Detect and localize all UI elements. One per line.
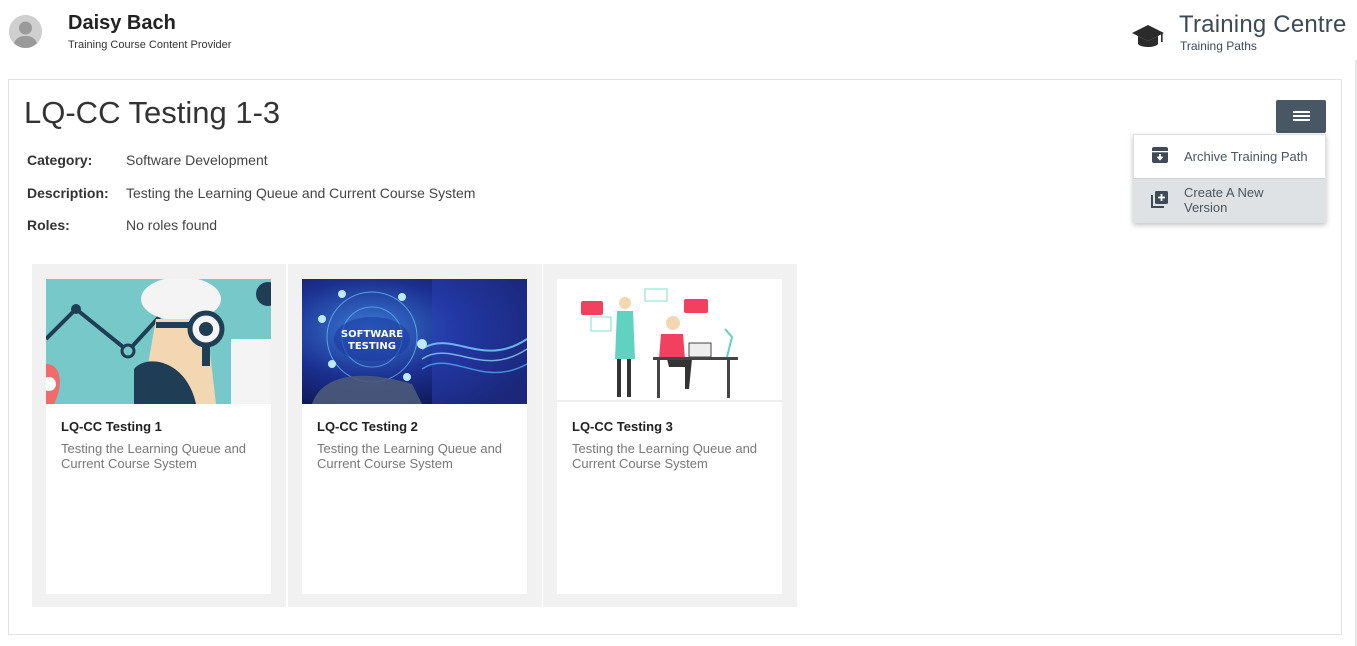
user-avatar[interactable]: [9, 15, 42, 48]
course-description: Testing the Learning Queue and Current C…: [317, 441, 503, 471]
description-value: Testing the Learning Queue and Current C…: [126, 185, 476, 201]
svg-text:TESTING: TESTING: [348, 341, 396, 352]
course-card[interactable]: SOFTWARE TESTING LQ-CC Testing 2 Testing…: [302, 279, 527, 594]
roles-value: No roles found: [126, 217, 218, 233]
graduation-cap-icon: [1132, 25, 1164, 47]
course-image-software-testing: SOFTWARE TESTING: [302, 279, 527, 404]
roles-label: Roles:: [27, 217, 70, 233]
hamburger-menu-button[interactable]: [1276, 100, 1326, 133]
course-title[interactable]: LQ-CC Testing 3: [572, 419, 673, 434]
svg-text:SOFTWARE: SOFTWARE: [341, 329, 403, 340]
course-description: Testing the Learning Queue and Current C…: [61, 441, 247, 471]
actions-dropdown: Archive Training Path Create A New Versi…: [1133, 134, 1326, 223]
course-image-magnifier: [46, 279, 271, 404]
course-description: Testing the Learning Queue and Current C…: [572, 441, 758, 471]
hamburger-menu-icon: [1293, 111, 1310, 113]
course-image-people-desk: [557, 279, 782, 404]
page-title: LQ-CC Testing 1-3: [24, 95, 281, 130]
top-header: Daisy Bach Training Course Content Provi…: [0, 0, 1357, 72]
course-card[interactable]: LQ-CC Testing 3 Testing the Learning Que…: [557, 279, 782, 594]
add-library-icon: [1151, 191, 1168, 208]
brand-subtitle: Training Paths: [1180, 39, 1257, 53]
archive-training-path-item[interactable]: Archive Training Path: [1134, 135, 1325, 178]
description-label: Description:: [27, 185, 109, 201]
archive-icon: [1152, 147, 1168, 163]
course-title[interactable]: LQ-CC Testing 2: [317, 419, 418, 434]
user-name: Daisy Bach: [68, 12, 176, 34]
category-label: Category:: [27, 152, 93, 168]
person-icon: [9, 15, 42, 48]
course-card-container: LQ-CC Testing 3 Testing the Learning Que…: [543, 264, 797, 607]
archive-training-path-label: Archive Training Path: [1184, 149, 1308, 164]
create-new-version-label: Create A New Version: [1184, 185, 1264, 215]
category-value: Software Development: [126, 152, 268, 168]
create-new-version-item[interactable]: Create A New Version: [1134, 178, 1325, 223]
course-card-container: SOFTWARE TESTING LQ-CC Testing 2 Testing…: [288, 264, 542, 607]
course-title[interactable]: LQ-CC Testing 1: [61, 419, 162, 434]
brand-title: Training Centre: [1179, 11, 1347, 38]
course-card[interactable]: LQ-CC Testing 1 Testing the Learning Que…: [46, 279, 271, 594]
user-role: Training Course Content Provider: [68, 39, 232, 51]
course-card-container: LQ-CC Testing 1 Testing the Learning Que…: [32, 264, 286, 607]
